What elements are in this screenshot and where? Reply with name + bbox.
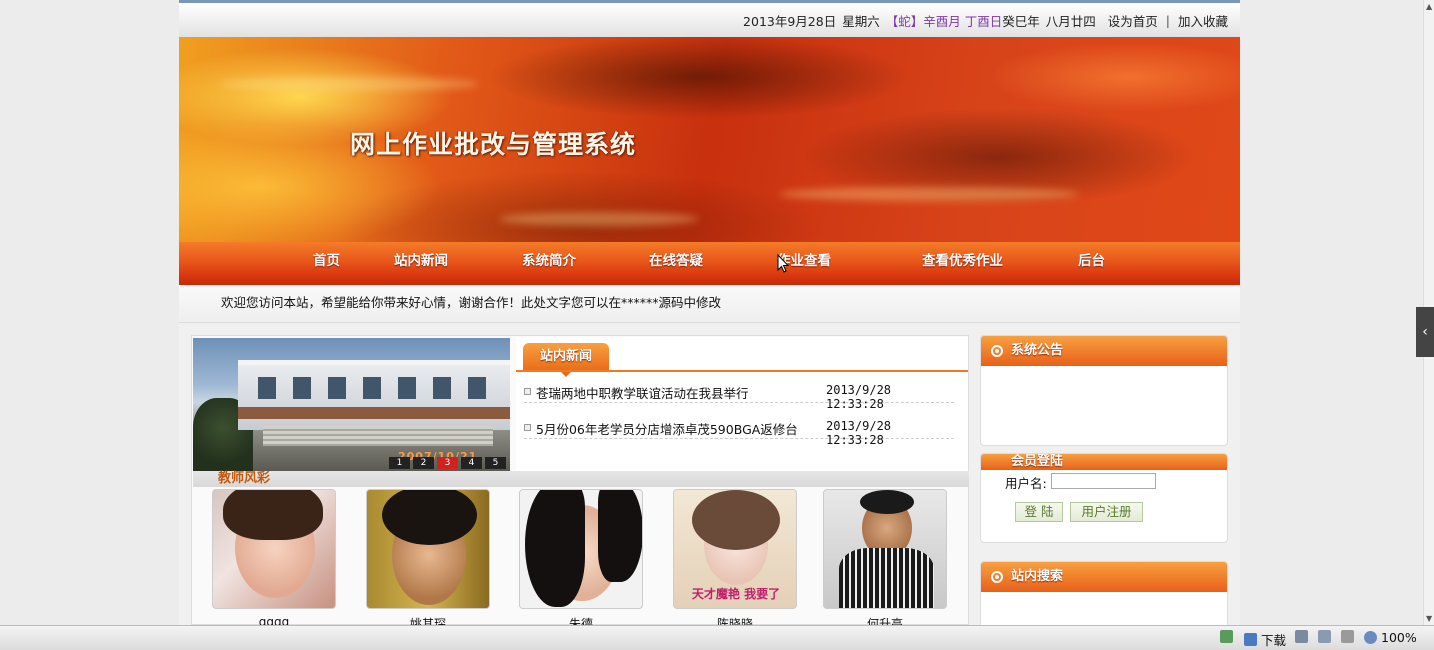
slide-page-3[interactable]: 3 xyxy=(437,457,458,469)
lunar-year-text: 癸巳年 xyxy=(1002,13,1040,29)
slide-pager: 1 2 3 4 5 xyxy=(389,457,506,469)
date-text: 2013年9月28日 xyxy=(743,13,837,29)
download-label: 下载 xyxy=(1261,633,1287,648)
network-icon[interactable] xyxy=(1220,630,1233,643)
teacher-name: 朱德 xyxy=(568,617,593,625)
news-row[interactable]: 苍瑞两地中职教学联谊活动在我县举行 2013/9/28 12:33:28 xyxy=(524,383,954,411)
teacher-photo[interactable]: 天才魔艳 我要了 xyxy=(673,489,797,609)
add-favorite-link[interactable]: 加入收藏 xyxy=(1178,11,1228,30)
content-area: 2007/10/21 1 2 3 4 5 站内新闻 苍瑞两地中职教学联谊活动在 xyxy=(179,323,1240,625)
member-login-box: 会员登陆 用户名: 登 陆 用户注册 xyxy=(980,453,1228,543)
slide-page-2[interactable]: 2 xyxy=(413,457,434,469)
top-info-bar: 2013年9月28日 星期六 【蛇】辛酉月 丁酉日 癸巳年 八月廿四 设为首页 … xyxy=(179,0,1240,37)
slide-page-4[interactable]: 4 xyxy=(461,457,482,469)
main-panel: 2007/10/21 1 2 3 4 5 站内新闻 苍瑞两地中职教学联谊活动在 xyxy=(191,335,969,625)
banner-cloud xyxy=(219,77,479,91)
welcome-marquee: 欢迎您访问本站，希望能给你带来好心情，谢谢合作！此处文字您可以在******源码… xyxy=(179,285,1240,323)
news-title[interactable]: 苍瑞两地中职教学联谊活动在我县举行 xyxy=(536,383,749,402)
slide-building xyxy=(238,360,510,430)
news-title[interactable]: 5月份06年老学员分店增添卓茂590BGA返修台 xyxy=(536,419,798,438)
printer-icon[interactable] xyxy=(1318,630,1331,643)
banner-cloud xyxy=(779,187,1079,201)
tab-news-label: 站内新闻 xyxy=(539,349,592,364)
nav-admin[interactable]: 后台 xyxy=(1078,242,1105,285)
scroll-down-arrow-icon[interactable]: ▼ xyxy=(1426,614,1432,623)
news-row[interactable]: 5月份06年老学员分店增添卓茂590BGA返修台 2013/9/28 12:33… xyxy=(524,419,954,447)
circle-bullet-icon xyxy=(991,571,1003,583)
browser-page: 2013年9月28日 星期六 【蛇】辛酉月 丁酉日 癸巳年 八月廿四 设为首页 … xyxy=(179,0,1240,625)
zoom-control[interactable]: 100% xyxy=(1364,630,1417,645)
lunar-month-text: 【蛇】辛酉月 丁酉日 xyxy=(885,13,1003,29)
bullet-icon xyxy=(524,388,531,395)
slideshow[interactable]: 2007/10/21 1 2 3 4 5 xyxy=(193,338,510,471)
weekday-text: 星期六 xyxy=(842,13,880,29)
news-date: 2013/9/28 12:33:28 xyxy=(826,383,892,411)
nav-intro[interactable]: 系统简介 xyxy=(522,242,576,285)
teacher-card[interactable]: 何升高 xyxy=(823,489,947,625)
username-input[interactable] xyxy=(1051,473,1156,489)
zoom-level: 100% xyxy=(1381,630,1417,645)
news-date: 2013/9/28 12:33:28 xyxy=(826,419,892,447)
teachers-header: 教师风彩 xyxy=(193,471,969,487)
scroll-up-arrow-icon[interactable]: ▲ xyxy=(1426,2,1432,11)
member-title: 会员登陆 xyxy=(1011,454,1064,469)
zoom-icon xyxy=(1364,631,1377,644)
news-box: 站内新闻 苍瑞两地中职教学联谊活动在我县举行 2013/9/28 12:33:2… xyxy=(516,337,968,482)
teacher-photo[interactable] xyxy=(366,489,490,609)
divider: | xyxy=(1165,12,1170,28)
lunar-day-text: 八月廿四 xyxy=(1045,13,1096,29)
tab-news[interactable]: 站内新闻 xyxy=(523,343,609,377)
teacher-name: gggg xyxy=(258,615,290,625)
member-header: 会员登陆 xyxy=(981,454,1227,470)
teacher-name: 姚其琛 xyxy=(409,617,446,625)
set-homepage-link[interactable]: 设为首页 xyxy=(1108,11,1158,30)
notice-header: 系统公告 xyxy=(981,336,1227,366)
register-button[interactable]: 用户注册 xyxy=(1070,502,1143,522)
teacher-card[interactable]: 姚其琛 xyxy=(366,489,490,625)
banner-cloud xyxy=(499,212,699,226)
bullet-icon xyxy=(524,424,531,431)
nav-home[interactable]: 首页 xyxy=(313,242,340,285)
search-title: 站内搜索 xyxy=(1011,569,1064,584)
notice-title: 系统公告 xyxy=(1011,343,1064,358)
speaker-icon[interactable] xyxy=(1341,630,1354,643)
teacher-name: 陈晓晓 xyxy=(716,617,753,625)
circle-bullet-icon xyxy=(991,345,1003,357)
nav-best-homework[interactable]: 查看优秀作业 xyxy=(922,242,1003,285)
search-box: 站内搜索 xyxy=(980,561,1228,625)
download-button[interactable]: 下载 xyxy=(1244,630,1286,649)
slide-stairs xyxy=(263,426,493,446)
teacher-gallery: gggg 姚其琛 朱德 天才魔艳 我要了 陈晓晓 何升高 xyxy=(192,489,970,625)
header-banner: 网上作业批改与管理系统 xyxy=(179,37,1240,242)
username-label: 用户名: xyxy=(1005,476,1047,491)
search-header: 站内搜索 xyxy=(981,562,1227,592)
teacher-card[interactable]: 朱德 xyxy=(519,489,643,625)
teacher-card[interactable]: gggg xyxy=(212,489,336,625)
nav-qa[interactable]: 在线答疑 xyxy=(649,242,703,285)
teachers-label: 教师风彩 xyxy=(218,471,271,486)
side-collapse-tab[interactable]: ‹ xyxy=(1416,307,1434,357)
site-title: 网上作业批改与管理系统 xyxy=(350,130,637,159)
photo-caption: 天才魔艳 我要了 xyxy=(691,587,781,601)
teacher-name: 何升高 xyxy=(866,617,903,625)
nav-news[interactable]: 站内新闻 xyxy=(394,242,448,285)
login-button[interactable]: 登 陆 xyxy=(1015,502,1063,522)
teacher-photo[interactable] xyxy=(212,489,336,609)
download-icon xyxy=(1244,633,1257,646)
teacher-photo[interactable] xyxy=(823,489,947,609)
page-icon[interactable] xyxy=(1295,630,1308,643)
teacher-card[interactable]: 天才魔艳 我要了 陈晓晓 xyxy=(673,489,797,625)
notice-box: 系统公告 xyxy=(980,335,1228,446)
main-nav: 首页 站内新闻 系统简介 在线答疑 作业查看 查看优秀作业 后台 xyxy=(179,242,1240,285)
slide-page-1[interactable]: 1 xyxy=(389,457,410,469)
slide-page-5[interactable]: 5 xyxy=(485,457,506,469)
browser-status-bar: 下载 100% xyxy=(0,625,1434,650)
teacher-photo[interactable] xyxy=(519,489,643,609)
